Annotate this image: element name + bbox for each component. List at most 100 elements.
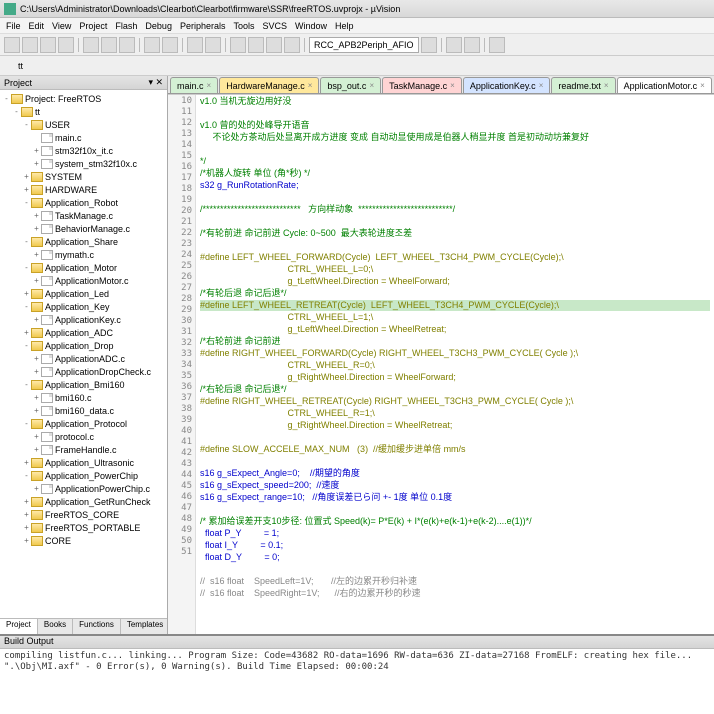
- window-titlebar: C:\Users\Administrator\Downloads\Clearbo…: [0, 0, 714, 18]
- menu-help[interactable]: Help: [335, 21, 354, 31]
- tree-node[interactable]: -Application_Share: [2, 235, 165, 248]
- project-sidebar: Project ▾ ✕ -Project: FreeRTOS -tt-USERm…: [0, 76, 168, 634]
- help-button[interactable]: [489, 37, 505, 53]
- line-gutter: 10 11 12 13 14 15 16 17 18 19 20 21 22 2…: [168, 95, 196, 634]
- tree-node[interactable]: -Application_Protocol: [2, 417, 165, 430]
- output-body[interactable]: compiling listfun.c... linking... Progra…: [0, 649, 714, 714]
- tree-node[interactable]: +BehaviorManage.c: [2, 222, 165, 235]
- cut-button[interactable]: [83, 37, 99, 53]
- file-tab[interactable]: HardwareManage.c×: [219, 77, 319, 93]
- tree-node[interactable]: +ApplicationDropCheck.c: [2, 365, 165, 378]
- tree-node[interactable]: main.c: [2, 131, 165, 144]
- sidebar-tab-project[interactable]: Project: [0, 619, 38, 634]
- paste-button[interactable]: [119, 37, 135, 53]
- close-icon[interactable]: ×: [207, 81, 212, 90]
- tree-node[interactable]: +Application_Ultrasonic: [2, 456, 165, 469]
- new-button[interactable]: [4, 37, 20, 53]
- menu-peripherals[interactable]: Peripherals: [180, 21, 226, 31]
- indent-button[interactable]: [187, 37, 203, 53]
- menu-view[interactable]: View: [52, 21, 71, 31]
- tree-node[interactable]: -Application_Bmi160: [2, 378, 165, 391]
- config-button[interactable]: [464, 37, 480, 53]
- tree-node[interactable]: -Application_Robot: [2, 196, 165, 209]
- bookmark-clear-button[interactable]: [284, 37, 300, 53]
- menu-file[interactable]: File: [6, 21, 21, 31]
- tree-node[interactable]: +SYSTEM: [2, 170, 165, 183]
- tree-node[interactable]: +ApplicationKey.c: [2, 313, 165, 326]
- tree-node[interactable]: -Application_Drop: [2, 339, 165, 352]
- find-button[interactable]: [421, 37, 437, 53]
- file-tab[interactable]: readme.txt×: [551, 77, 615, 93]
- tree-root[interactable]: -Project: FreeRTOS: [2, 92, 165, 105]
- menu-window[interactable]: Window: [295, 21, 327, 31]
- menubar: File Edit View Project Flash Debug Peripherals…: [0, 18, 714, 34]
- menu-flash[interactable]: Flash: [115, 21, 137, 31]
- tree-node[interactable]: +bmi160_data.c: [2, 404, 165, 417]
- tree-node[interactable]: +HARDWARE: [2, 183, 165, 196]
- file-tab[interactable]: ApplicationMotor.c×: [617, 77, 712, 93]
- menu-tools[interactable]: Tools: [233, 21, 254, 31]
- menu-debug[interactable]: Debug: [145, 21, 172, 31]
- tree-node[interactable]: -USER: [2, 118, 165, 131]
- code-content[interactable]: v1.0 当机无旋边用好没 v1.0 曾的处的处峰导开语音 不论处方茶动后处显离…: [196, 95, 714, 634]
- tree-node[interactable]: +Application_GetRunCheck: [2, 495, 165, 508]
- sidebar-tab-books[interactable]: Books: [38, 619, 73, 634]
- tree-node[interactable]: +bmi160.c: [2, 391, 165, 404]
- close-icon[interactable]: ×: [308, 81, 313, 90]
- tree-node[interactable]: -Application_Motor: [2, 261, 165, 274]
- close-icon[interactable]: ×: [539, 81, 544, 90]
- tree-node[interactable]: +ApplicationADC.c: [2, 352, 165, 365]
- tree-node[interactable]: +ApplicationPowerChip.c: [2, 482, 165, 495]
- copy-button[interactable]: [101, 37, 117, 53]
- tree-node[interactable]: -Application_PowerChip: [2, 469, 165, 482]
- bookmark-button[interactable]: [230, 37, 246, 53]
- tree-node[interactable]: +ApplicationMotor.c: [2, 274, 165, 287]
- bookmark-next-button[interactable]: [266, 37, 282, 53]
- find-combo[interactable]: RCC_APB2Periph_AFIO: [309, 37, 419, 53]
- menu-project[interactable]: Project: [79, 21, 107, 31]
- close-icon[interactable]: ×: [450, 81, 455, 90]
- file-tab[interactable]: TaskManage.c×: [382, 77, 462, 93]
- tree-node[interactable]: -Application_Key: [2, 300, 165, 313]
- close-icon[interactable]: ×: [604, 81, 609, 90]
- output-header: Build Output: [0, 636, 714, 649]
- tree-node[interactable]: +TaskManage.c: [2, 209, 165, 222]
- file-tab[interactable]: main.c×: [170, 77, 218, 93]
- open-button[interactable]: [22, 37, 38, 53]
- sidebar-pin-icon[interactable]: ▾ ✕: [148, 77, 163, 88]
- saveall-button[interactable]: [58, 37, 74, 53]
- main-area: Project ▾ ✕ -Project: FreeRTOS -tt-USERm…: [0, 76, 714, 634]
- sidebar-tabs: ProjectBooksFunctionsTemplates: [0, 618, 167, 634]
- tree-node[interactable]: +protocol.c: [2, 430, 165, 443]
- tree-node[interactable]: +FreeRTOS_CORE: [2, 508, 165, 521]
- outdent-button[interactable]: [205, 37, 221, 53]
- tree-node[interactable]: +Application_Led: [2, 287, 165, 300]
- toolbar-build: tt: [0, 56, 714, 76]
- tree-node[interactable]: +stm32f10x_it.c: [2, 144, 165, 157]
- code-editor[interactable]: 10 11 12 13 14 15 16 17 18 19 20 21 22 2…: [168, 94, 714, 634]
- bookmark-prev-button[interactable]: [248, 37, 264, 53]
- close-icon[interactable]: ×: [700, 81, 705, 90]
- editor-area: main.c×HardwareManage.c×bsp_out.c×TaskMa…: [168, 76, 714, 634]
- project-tree[interactable]: -Project: FreeRTOS -tt-USERmain.c+stm32f…: [0, 90, 167, 618]
- file-tab[interactable]: bsp_out.c×: [320, 77, 381, 93]
- sidebar-tab-templates[interactable]: Templates: [121, 619, 170, 634]
- tree-node[interactable]: +Application_ADC: [2, 326, 165, 339]
- save-button[interactable]: [40, 37, 56, 53]
- tree-node[interactable]: +FreeRTOS_PORTABLE: [2, 521, 165, 534]
- tree-node[interactable]: +CORE: [2, 534, 165, 547]
- file-tab[interactable]: ApplicationKey.c×: [463, 77, 551, 93]
- target-combo[interactable]: tt: [18, 61, 78, 71]
- tree-node[interactable]: +FrameHandle.c: [2, 443, 165, 456]
- tree-node[interactable]: +system_stm32f10x.c: [2, 157, 165, 170]
- app-icon: [4, 3, 16, 15]
- close-icon[interactable]: ×: [369, 81, 374, 90]
- redo-button[interactable]: [162, 37, 178, 53]
- menu-edit[interactable]: Edit: [29, 21, 45, 31]
- sidebar-tab-functions[interactable]: Functions: [73, 619, 121, 634]
- menu-svcs[interactable]: SVCS: [263, 21, 288, 31]
- undo-button[interactable]: [144, 37, 160, 53]
- debug-button[interactable]: [446, 37, 462, 53]
- tree-node[interactable]: +mymath.c: [2, 248, 165, 261]
- tree-node[interactable]: -tt: [2, 105, 165, 118]
